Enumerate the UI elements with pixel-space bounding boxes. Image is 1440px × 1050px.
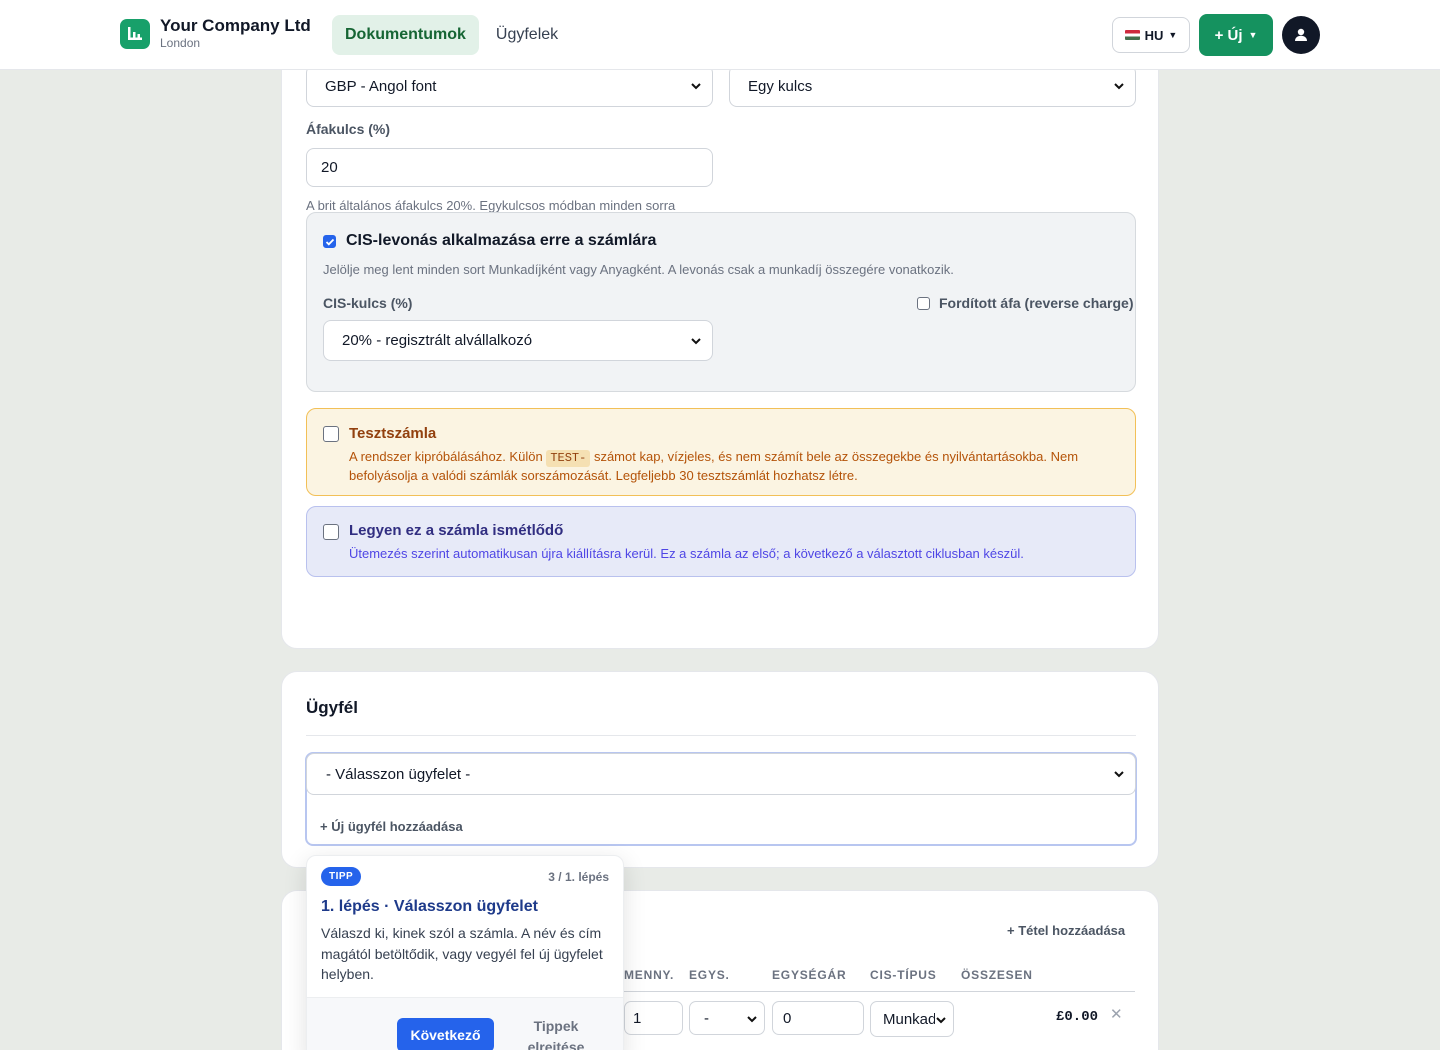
row-total: £0.00	[1056, 1009, 1099, 1025]
tip-next-button[interactable]: Következő	[397, 1018, 494, 1050]
company-brand[interactable]: Your Company Ltd London	[120, 17, 311, 51]
add-client-link[interactable]: + Új ügyfél hozzáadása	[320, 819, 463, 834]
unit-price-value: 0	[783, 1009, 792, 1027]
invoice-settings-card: GBP - Angol font Egy kulcs Áfakulcs (%) …	[281, 20, 1159, 649]
reverse-charge-label: Fordított áfa (reverse charge)	[939, 295, 1134, 311]
language-selector[interactable]: HU ▼	[1112, 17, 1190, 53]
cis-hint: Jelölje meg lent minden sort Munkadíjkén…	[323, 262, 954, 277]
chevron-down-icon	[691, 83, 701, 90]
column-header-total: ÖSSZESEN	[961, 968, 1033, 982]
user-icon	[1295, 28, 1307, 41]
vat-mode-value: Egy kulcs	[748, 77, 813, 95]
check-icon	[325, 238, 334, 246]
new-button-label: + Új	[1214, 26, 1243, 44]
hungary-flag-icon	[1124, 30, 1140, 40]
recurring-checkbox[interactable]	[323, 524, 339, 540]
client-select-value: - Válasszon ügyfelet -	[326, 765, 471, 783]
cis-checkbox[interactable]	[323, 235, 336, 248]
nav-documents[interactable]: Dokumentumok	[332, 15, 479, 55]
cis-rate-select[interactable]: 20% - regisztrált alvállalkozó	[323, 320, 713, 361]
tip-step-counter: 3 / 1. lépés	[548, 870, 609, 884]
recurring-title: Legyen ez a számla ismétlődő	[349, 522, 564, 539]
client-select[interactable]: - Válasszon ügyfelet -	[306, 753, 1136, 795]
vat-rate-input[interactable]: 20	[306, 148, 713, 187]
cis-rate-value: 20% - regisztrált alvállalkozó	[342, 332, 533, 349]
test-text-before: A rendszer kipróbálásához. Külön	[349, 449, 543, 464]
nav-clients[interactable]: Ügyfelek	[483, 15, 571, 55]
chevron-down-icon	[747, 1016, 757, 1023]
unit-price-input[interactable]: 0	[772, 1001, 864, 1035]
divider	[306, 735, 1136, 736]
user-avatar[interactable]	[1282, 16, 1320, 54]
currency-select[interactable]: GBP - Angol font	[306, 65, 713, 107]
chart-logo-icon	[120, 19, 150, 49]
tip-body: Válaszd ki, kinek szól a számla. A név é…	[321, 925, 603, 982]
chevron-down-icon	[691, 338, 701, 345]
cis-type-value: Munkadíj	[883, 1010, 935, 1028]
company-city: London	[160, 36, 201, 50]
unit-value: -	[704, 1009, 709, 1027]
cis-type-select[interactable]: Munkadíj	[870, 1001, 954, 1037]
cis-title: CIS-levonás alkalmazása erre a számlára	[346, 232, 657, 249]
new-document-button[interactable]: + Új ▼	[1199, 14, 1273, 56]
test-invoice-section: Tesztszámla A rendszer kipróbálásához. K…	[306, 408, 1136, 496]
cis-section: CIS-levonás alkalmazása erre a számlára …	[306, 212, 1136, 392]
remove-row-icon[interactable]: ✕	[1110, 1005, 1123, 1023]
chevron-down-icon	[936, 1017, 946, 1024]
column-header-price: EGYSÉGÁR	[772, 968, 847, 982]
language-label: HU	[1144, 27, 1164, 43]
client-section-title: Ügyfél	[306, 698, 358, 717]
unit-select[interactable]: -	[689, 1001, 765, 1035]
tip-hide-button[interactable]: Tippek elrejtése	[517, 1016, 595, 1050]
cis-rate-label: CIS-kulcs (%)	[323, 295, 413, 311]
test-invoice-title: Tesztszámla	[349, 425, 437, 442]
test-text-after: számot kap, vízjeles, és nem számít bele…	[593, 449, 1079, 464]
column-header-cis-type: CIS-TÍPUS	[870, 968, 937, 982]
vat-rate-label: Áfakulcs (%)	[306, 121, 391, 137]
vat-mode-select[interactable]: Egy kulcs	[729, 65, 1136, 107]
test-tag: TEST-	[546, 450, 591, 467]
onboarding-tooltip: TIPP 3 / 1. lépés 1. lépés · Válasszon ü…	[306, 855, 624, 1050]
tip-footer: Következő Tippek elrejtése	[307, 997, 623, 1050]
tip-title: 1. lépés · Válasszon ügyfelet	[321, 898, 538, 915]
top-navigation-bar: Your Company Ltd London Dokumentumok Ügy…	[0, 0, 1440, 70]
add-item-link[interactable]: + Tétel hozzáadása	[1007, 923, 1125, 938]
column-header-unit: EGYS.	[689, 968, 730, 982]
tip-badge: TIPP	[321, 867, 362, 886]
qty-input[interactable]: 1	[624, 1001, 683, 1035]
qty-value: 1	[633, 1009, 642, 1027]
chevron-down-icon	[1114, 83, 1124, 90]
reverse-charge-checkbox[interactable]	[917, 297, 930, 310]
test-invoice-description: A rendszer kipróbálásához. Külön TEST- s…	[349, 448, 1119, 484]
test-invoice-checkbox[interactable]	[323, 426, 339, 442]
test-text-line2: befolyásolja a valódi számlák sorszámozá…	[349, 468, 858, 483]
main-nav: Dokumentumok Ügyfelek	[332, 15, 571, 55]
chevron-down-icon	[1114, 771, 1124, 778]
caret-down-icon: ▼	[1248, 30, 1258, 40]
recurring-section: Legyen ez a számla ismétlődő Ütemezés sz…	[306, 506, 1136, 577]
client-select-highlight: - Válasszon ügyfelet - + Új ügyfél hozzá…	[305, 752, 1137, 846]
caret-down-icon: ▼	[1168, 30, 1178, 40]
recurring-description: Ütemezés szerint automatikusan újra kiál…	[349, 546, 1024, 561]
company-name: Your Company Ltd	[160, 16, 311, 35]
currency-value: GBP - Angol font	[325, 77, 437, 95]
client-card: Ügyfél - Válasszon ügyfelet - + Új ügyfé…	[281, 671, 1159, 868]
column-header-qty: MENNY.	[624, 968, 675, 982]
vat-rate-value: 20	[321, 159, 338, 176]
